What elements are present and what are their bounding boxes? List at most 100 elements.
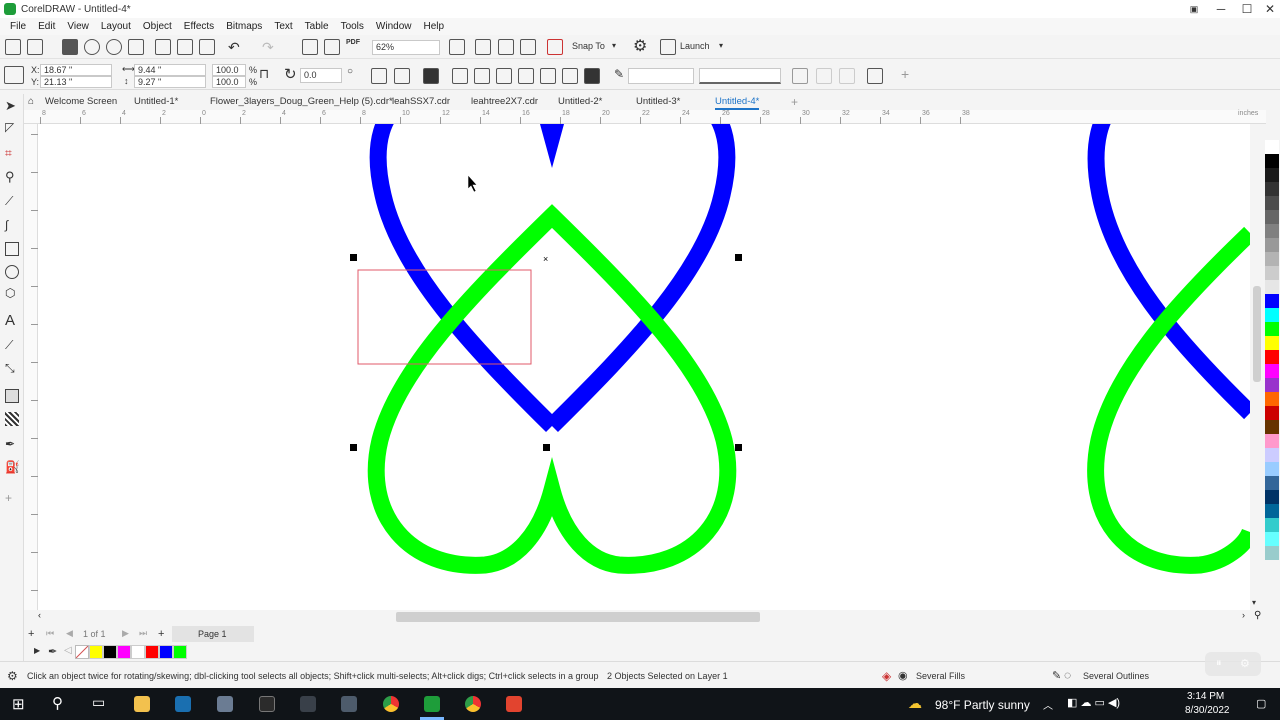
text-tool-icon[interactable]: A: [5, 312, 19, 329]
last-page-icon[interactable]: ⏭: [139, 628, 147, 639]
mirror-horizontal-icon[interactable]: [371, 68, 387, 84]
grid-icon[interactable]: [498, 39, 514, 55]
object-origin-icon[interactable]: [4, 66, 24, 84]
tab-untitled-2[interactable]: Untitled-2*: [558, 94, 602, 110]
save-icon[interactable]: [62, 39, 78, 55]
polygon-tool-icon[interactable]: ⬡: [5, 286, 19, 300]
maximize-button[interactable]: ☐: [1235, 0, 1259, 18]
tab-untitled-3[interactable]: Untitled-3*: [636, 94, 680, 110]
undo-icon[interactable]: ↶: [228, 39, 240, 56]
account-icon[interactable]: ▣: [1182, 0, 1206, 18]
palette-expand-icon[interactable]: ▶: [34, 646, 40, 655]
eyedropper-icon[interactable]: ✒: [48, 645, 57, 658]
palette-swatch[interactable]: [1265, 182, 1279, 196]
launch-icon[interactable]: [660, 39, 676, 55]
zoom-fit-icon[interactable]: [449, 39, 465, 55]
zoom-level-select[interactable]: 62%: [372, 40, 440, 55]
chrome-icon[interactable]: [465, 696, 481, 712]
add-page-icon[interactable]: +: [28, 628, 34, 640]
tray-icons[interactable]: ◧ ☁ ▭ ◀): [1067, 696, 1120, 709]
palette-swatch[interactable]: [1265, 434, 1279, 448]
palette-swatch[interactable]: [1265, 252, 1279, 266]
y-position-field[interactable]: 21.13 ": [40, 76, 112, 88]
clock-date[interactable]: 8/30/2022: [1185, 705, 1230, 716]
menu-view[interactable]: View: [61, 21, 95, 32]
zoom-icon[interactable]: ⚲: [1254, 610, 1261, 621]
clock-time[interactable]: 3:14 PM: [1187, 691, 1224, 702]
menu-object[interactable]: Object: [137, 21, 178, 32]
palette-swatch[interactable]: [1265, 490, 1279, 504]
chevron-left-icon[interactable]: ‹: [38, 610, 41, 620]
lock-ratio-icon[interactable]: ⊓: [259, 66, 269, 82]
document-swatch[interactable]: [117, 645, 131, 659]
document-swatch[interactable]: [159, 645, 173, 659]
home-icon[interactable]: ⌂: [28, 94, 34, 110]
rotation-field[interactable]: 0.0: [300, 68, 342, 83]
document-swatch[interactable]: [103, 645, 117, 659]
palette-swatch[interactable]: [1265, 448, 1279, 462]
palette-swatch[interactable]: [1265, 364, 1279, 378]
tab-welcome-screen[interactable]: Welcome Screen: [45, 94, 117, 110]
palette-swatch[interactable]: [1265, 546, 1279, 560]
snap-to-dropdown[interactable]: Snap To: [572, 41, 605, 51]
open-icon[interactable]: [27, 39, 43, 55]
new-document-icon[interactable]: [5, 39, 21, 55]
interactive-fill-icon[interactable]: ⛽: [5, 460, 20, 474]
outline-width-select[interactable]: [628, 68, 694, 84]
first-page-icon[interactable]: ⏮: [46, 628, 54, 639]
paint-icon[interactable]: [300, 696, 316, 712]
pause-icon[interactable]: ⏸: [1216, 657, 1222, 670]
redo-icon[interactable]: ↷: [262, 39, 274, 56]
coreldraw-taskbar-icon[interactable]: [424, 696, 440, 712]
prev-page-icon[interactable]: ◀: [66, 628, 73, 639]
menu-window[interactable]: Window: [370, 21, 418, 32]
cloud-upload-icon[interactable]: [84, 39, 100, 55]
menu-tools[interactable]: Tools: [335, 21, 370, 32]
palette-swatch[interactable]: [1265, 336, 1279, 350]
minimize-button[interactable]: ─: [1209, 0, 1233, 18]
palette-swatch[interactable]: [1265, 294, 1279, 308]
recording-overlay[interactable]: ⏸ ⚙: [1205, 652, 1261, 676]
back-minus-front-icon[interactable]: [562, 68, 578, 84]
crop-tool-icon[interactable]: ⌗: [5, 146, 19, 160]
blue-heart-shape[interactable]: [369, 124, 736, 433]
chevron-right-icon[interactable]: ›: [1242, 610, 1245, 620]
scale-width-field[interactable]: 100.0: [212, 64, 246, 76]
front-minus-back-icon[interactable]: [540, 68, 556, 84]
menu-bitmaps[interactable]: Bitmaps: [220, 21, 268, 32]
simplify-icon[interactable]: [518, 68, 534, 84]
menu-layout[interactable]: Layout: [95, 21, 137, 32]
status-gear-icon[interactable]: ⚙: [7, 669, 18, 683]
artistic-media-icon[interactable]: ∫: [5, 218, 19, 232]
rulers-icon[interactable]: [520, 39, 536, 55]
chevron-up-icon[interactable]: ︿: [1043, 697, 1053, 712]
palette-swatch[interactable]: [1265, 168, 1279, 182]
menu-text[interactable]: Text: [268, 21, 298, 32]
outline-style-select[interactable]: [699, 68, 781, 84]
chevron-left-icon[interactable]: ◁: [64, 645, 72, 656]
app-red-s-icon[interactable]: [506, 696, 522, 712]
settings-icon[interactable]: ⚙: [1240, 657, 1250, 670]
drop-shadow-icon[interactable]: [5, 389, 19, 403]
align-distribute-icon[interactable]: [867, 68, 883, 84]
pdf-export-icon[interactable]: PDF: [346, 39, 360, 46]
paste-icon[interactable]: [199, 39, 215, 55]
palette-swatch[interactable]: [1265, 504, 1279, 518]
search-icon[interactable]: ⚲: [52, 694, 63, 712]
horizontal-scrollbar[interactable]: ‹ › ⚲: [38, 610, 1264, 624]
document-swatch[interactable]: [89, 645, 103, 659]
shape-tool-icon[interactable]: ◸: [5, 120, 19, 134]
menu-edit[interactable]: Edit: [32, 21, 61, 32]
palette-swatch[interactable]: [1265, 280, 1279, 294]
import-icon[interactable]: [302, 39, 318, 55]
snap-off-icon[interactable]: [547, 39, 563, 55]
palette-swatch[interactable]: [1265, 266, 1279, 280]
palette-swatch[interactable]: [1265, 154, 1279, 168]
new-tab-icon[interactable]: +: [791, 94, 798, 110]
palette-swatch[interactable]: [1265, 308, 1279, 322]
palette-swatch[interactable]: [1265, 406, 1279, 420]
green-heart-shape[interactable]: [367, 204, 737, 574]
wrap-text-icon[interactable]: [792, 68, 808, 84]
intersect-icon[interactable]: [496, 68, 512, 84]
freehand-tool-icon[interactable]: ⟋: [5, 194, 19, 208]
